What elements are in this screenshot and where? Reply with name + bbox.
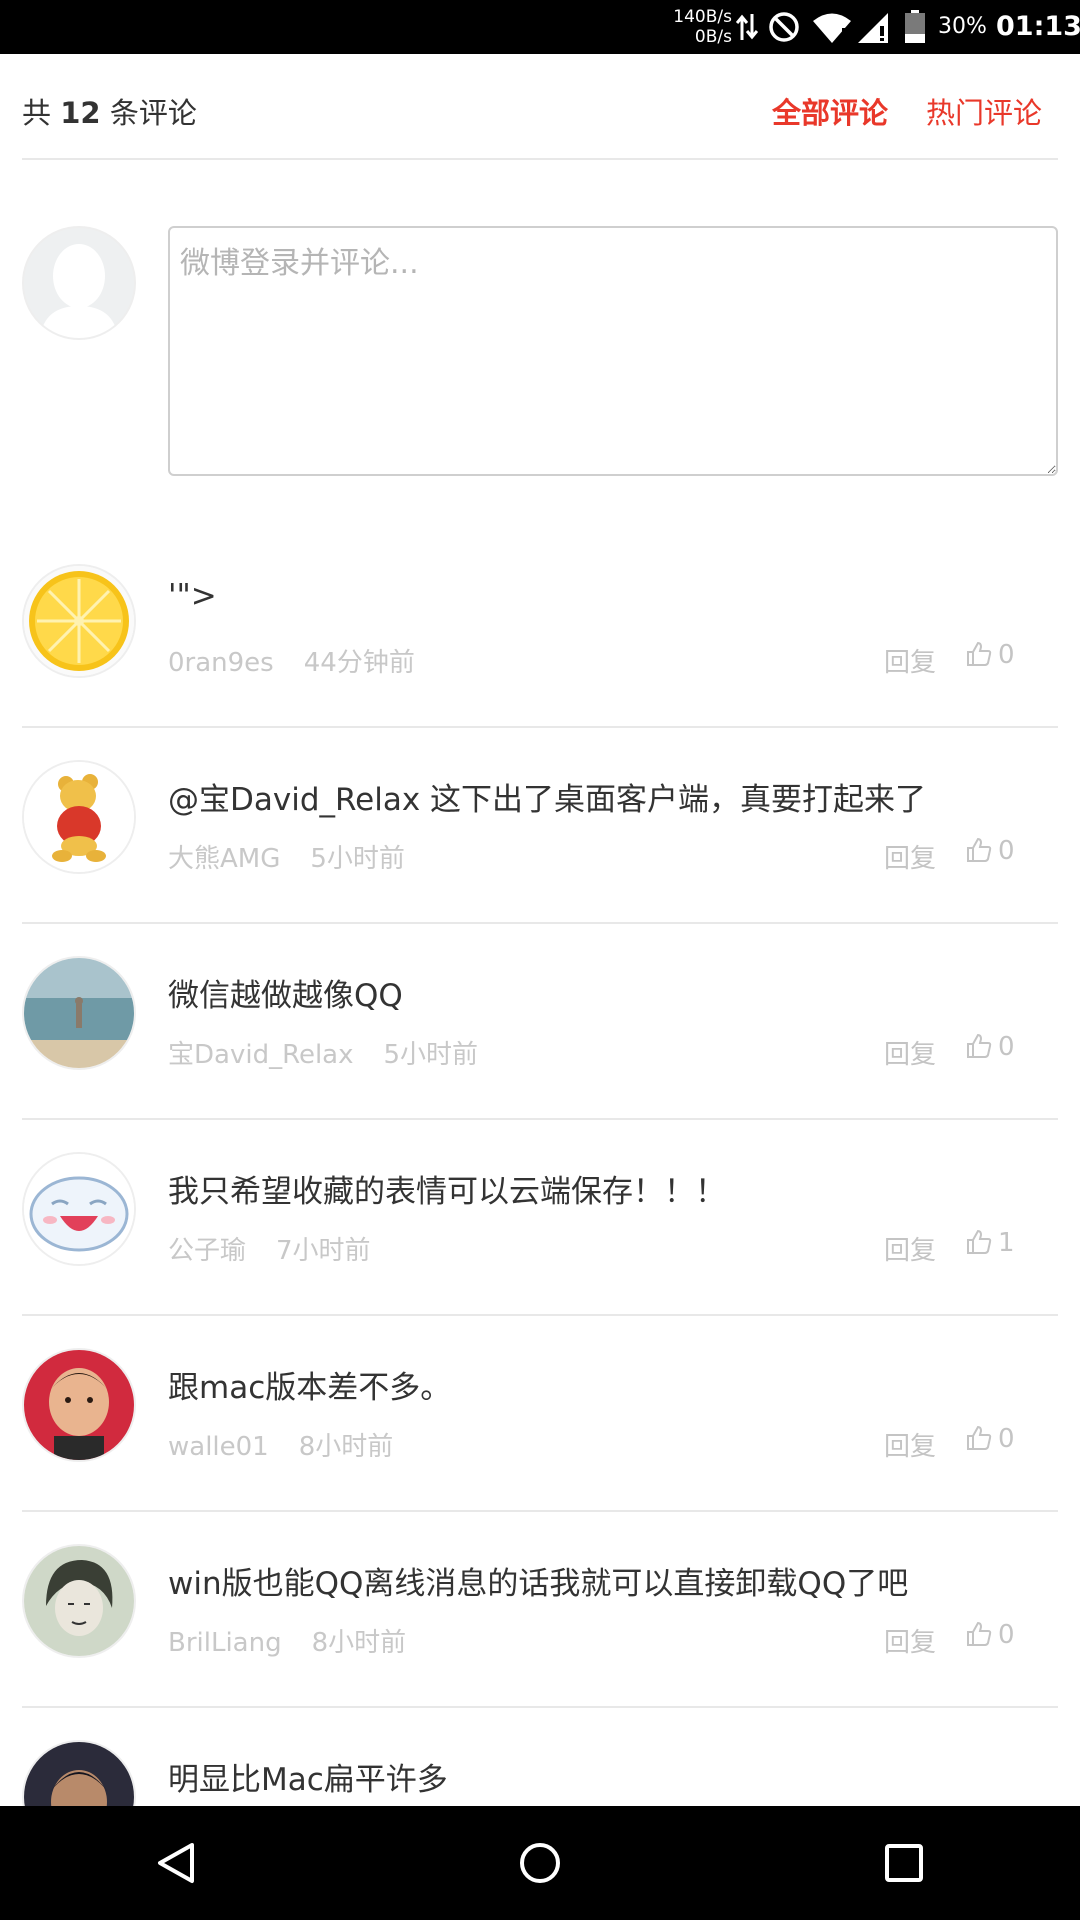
comment-input[interactable]: [168, 226, 1058, 476]
comment-text: win版也能QQ离线消息的话我就可以直接卸载QQ了吧: [168, 1566, 909, 1602]
comment-username[interactable]: 大熊AMG: [168, 844, 280, 874]
reply-button[interactable]: 回复: [884, 1230, 936, 1267]
tab-hot-comments[interactable]: 热门评论: [926, 90, 1042, 132]
comment-text: '">: [168, 578, 217, 614]
comment-meta: 公子瑜 7小时前: [168, 1230, 371, 1267]
comments-header: 共 12 条评论 全部评论 热门评论: [22, 58, 1058, 160]
wifi-icon: [813, 13, 851, 43]
comment-username[interactable]: 宝David_Relax: [168, 1040, 354, 1070]
thumbs-up-icon: [967, 1621, 992, 1646]
like-count: 0: [998, 640, 1015, 670]
comment-time: 5小时前: [310, 844, 405, 874]
thumbs-up-icon: [967, 1425, 992, 1450]
comment-text: 明显比Mac扁平许多: [168, 1762, 448, 1798]
default-user-icon: [40, 244, 118, 338]
do-not-disturb-icon: [769, 12, 799, 42]
comment-text: 微信越做越像QQ: [168, 978, 403, 1014]
upload-speed: 140B/s: [673, 7, 732, 27]
comment-item: win版也能QQ离线消息的话我就可以直接卸载QQ了吧 BrilLiang 8小时前…: [22, 1512, 1058, 1708]
thumbs-up-icon: [967, 641, 992, 666]
count-prefix: 共: [22, 96, 52, 130]
comment-item: 跟mac版本差不多。 walle01 8小时前 回复 0: [22, 1316, 1058, 1512]
comment-time: 7小时前: [276, 1236, 371, 1266]
comment-meta: 宝David_Relax 5小时前: [168, 1034, 478, 1071]
battery-percentage: 30%: [938, 14, 987, 39]
like-button[interactable]: 1: [966, 1228, 1015, 1258]
comment-item: 微信越做越像QQ 宝David_Relax 5小时前 回复 0: [22, 924, 1058, 1120]
user-avatar-placeholder: [22, 226, 136, 340]
network-speed: 140B/s 0B/s: [668, 7, 732, 47]
comment-meta: 0ran9es 44分钟前: [168, 642, 415, 679]
avatar[interactable]: [22, 1348, 136, 1462]
comment-item: 我只希望收藏的表情可以云端保存！！！ 公子瑜 7小时前 回复 1: [22, 1120, 1058, 1316]
avatar[interactable]: [22, 564, 136, 678]
like-button[interactable]: 0: [966, 1032, 1015, 1062]
avatar[interactable]: [22, 1152, 136, 1266]
battery-icon: [905, 10, 925, 43]
comment-time: 8小时前: [298, 1432, 394, 1462]
winnie-the-pooh-avatar-image: [24, 762, 134, 872]
comment-item: @宝David_Relax 这下出了桌面客户端，真要打起来了 大熊AMG 5小时前…: [22, 728, 1058, 924]
comment-item: '"> 0ran9es 44分钟前 回复 0: [22, 532, 1058, 728]
avatar[interactable]: [22, 760, 136, 874]
like-count: 0: [998, 1032, 1015, 1062]
recents-icon[interactable]: [884, 1843, 924, 1883]
comment-username[interactable]: BrilLiang: [168, 1628, 282, 1658]
clock: 01:13: [996, 11, 1080, 42]
comment-username[interactable]: 0ran9es: [168, 648, 274, 678]
avatar[interactable]: [22, 956, 136, 1070]
like-button[interactable]: 0: [966, 640, 1015, 670]
data-transfer-icon: [736, 14, 758, 40]
comment-count: 共 12 条评论: [22, 90, 197, 132]
comment-text: 跟mac版本差不多。: [168, 1370, 452, 1406]
like-count: 1: [998, 1228, 1015, 1258]
comment-time: 8小时前: [311, 1628, 407, 1658]
reply-button[interactable]: 回复: [884, 1622, 936, 1659]
comment-meta: BrilLiang 8小时前: [168, 1622, 406, 1659]
count-number: 12: [60, 96, 101, 130]
reply-button[interactable]: 回复: [884, 1426, 936, 1463]
comment-username[interactable]: walle01: [168, 1432, 269, 1462]
like-button[interactable]: 0: [966, 1424, 1015, 1454]
comment-meta: walle01 8小时前: [168, 1426, 393, 1463]
comment-meta: 大熊AMG 5小时前: [168, 838, 405, 875]
like-button[interactable]: 0: [966, 836, 1015, 866]
comment-text: 我只希望收藏的表情可以云端保存！！！: [168, 1174, 726, 1210]
comment-time: 44分钟前: [303, 648, 415, 678]
home-icon[interactable]: [518, 1841, 562, 1885]
reply-button[interactable]: 回复: [884, 838, 936, 875]
navigation-bar: [0, 1806, 1080, 1920]
comment-username[interactable]: 公子瑜: [168, 1236, 246, 1266]
beach-person-avatar-image: [24, 958, 134, 1068]
tab-all-comments[interactable]: 全部评论: [772, 90, 888, 132]
avatar[interactable]: [22, 1544, 136, 1658]
cell-signal-icon: [858, 13, 888, 43]
sketch-portrait-avatar-image: [24, 1546, 134, 1656]
thumbs-up-icon: [967, 837, 992, 862]
thumbs-up-icon: [967, 1033, 992, 1058]
download-speed: 0B/s: [694, 27, 732, 47]
status-bar: 140B/s 0B/s 30% 01:13: [0, 0, 1080, 54]
thumbs-up-icon: [967, 1229, 992, 1254]
reply-button[interactable]: 回复: [884, 1034, 936, 1071]
like-count: 0: [998, 1424, 1015, 1454]
count-suffix: 条评论: [109, 96, 197, 130]
comment-text: @宝David_Relax 这下出了桌面客户端，真要打起来了: [168, 782, 927, 818]
reply-button[interactable]: 回复: [884, 642, 936, 679]
like-count: 0: [998, 1620, 1015, 1650]
like-count: 0: [998, 836, 1015, 866]
back-icon[interactable]: [154, 1841, 198, 1885]
child-photo-avatar-image: [24, 1350, 134, 1460]
cartoon-face-avatar-image: [24, 1154, 134, 1264]
lemon-avatar-image: [24, 566, 134, 676]
like-button[interactable]: 0: [966, 1620, 1015, 1650]
comment-time: 5小时前: [383, 1040, 479, 1070]
